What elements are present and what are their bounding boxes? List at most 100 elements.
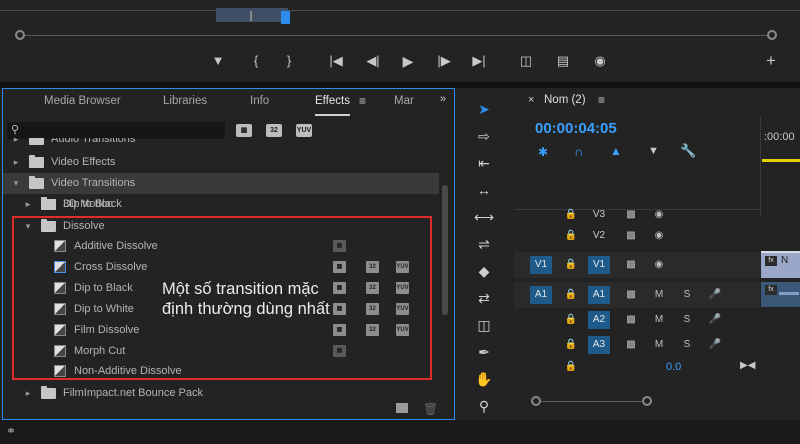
tab-effects[interactable]: Effects [315,95,350,116]
playhead-icon[interactable] [281,11,290,24]
solo-button[interactable]: S [680,336,694,354]
microphone-icon[interactable]: 🎤 [708,311,722,329]
solo-button[interactable]: S [680,286,694,304]
zoom-handle-left[interactable] [15,30,25,40]
lock-icon[interactable]: 🔒 [564,206,578,224]
sync-lock-icon[interactable]: ▩ [624,336,638,354]
tree-row-video-effects[interactable]: ▸ Video Effects [3,152,439,173]
sync-lock-icon[interactable]: ▩ [624,286,638,304]
track-v1[interactable]: V1 🔒 V1 ▩ ◉ [514,252,760,278]
sync-lock-icon[interactable]: ▩ [624,227,638,245]
rate-stretch-tool-icon[interactable]: ⟷ [474,208,494,226]
ripple-edit-tool-icon[interactable]: ⇤ [474,154,494,172]
sync-lock-icon[interactable]: ▩ [624,206,638,224]
rolling-edit-tool-icon[interactable]: ↔ [474,181,494,199]
lock-icon[interactable]: 🔒 [564,227,578,245]
panel-menu-icon[interactable]: ≡ [598,93,605,107]
export-frame-icon[interactable]: ◉ [589,52,611,70]
master-volume-value[interactable]: 0.0 [666,361,681,373]
track-name[interactable]: A1 [588,286,610,304]
step-forward-icon[interactable]: |▶ [433,52,455,70]
timecode-display[interactable]: 00:00:04:05 [535,120,617,137]
linked-selection-icon[interactable]: ▲ [610,144,622,158]
rate-tool-icon[interactable]: ⇌ [474,235,494,253]
hand-tool-icon[interactable]: ✋ [474,370,494,388]
sync-lock-icon[interactable]: ▩ [624,256,638,274]
mute-button[interactable]: M [652,286,666,304]
lock-icon[interactable]: 🔒 [564,256,578,274]
nest-toggle-icon[interactable]: ✱ [538,145,548,159]
lock-icon[interactable]: 🔒 [564,358,578,376]
delete-icon[interactable]: 🗑 [423,402,438,416]
track-a3[interactable]: 🔒 A3 ▩ M S 🎤 [514,335,760,356]
track-v2[interactable]: 🔒 V2 ▩ ◉ [514,227,760,248]
track-a1[interactable]: A1 🔒 A1 ▩ M S 🎤 [514,282,760,308]
eye-icon[interactable]: ◉ [652,256,666,274]
source-patch-a1[interactable]: A1 [530,286,552,304]
tree-row-audio-transitions[interactable]: ▸ Audio Transitions [3,138,439,150]
go-to-out-icon[interactable]: ▶| [468,52,490,70]
add-button-icon[interactable]: + [760,52,782,70]
track-name[interactable]: V1 [588,256,610,274]
more-tabs-icon[interactable]: » [440,93,446,105]
sync-status-icon[interactable]: ⚭ [6,424,16,438]
microphone-icon[interactable]: 🎤 [708,286,722,304]
tab-libraries[interactable]: Libraries [163,95,207,111]
eye-icon[interactable]: ◉ [652,227,666,245]
snap-icon[interactable]: ∩ [574,144,583,159]
zoom-handle-right[interactable] [642,396,652,406]
marker-icon[interactable]: ▼ [207,52,229,70]
work-area-bar[interactable] [762,159,800,162]
panel-menu-icon[interactable]: ≡ [359,94,366,108]
32bit-filter-chip[interactable]: 32 [266,124,282,137]
slip-tool-icon[interactable]: ⇄ [474,289,494,307]
selection-tool-icon[interactable]: ➤ [474,100,494,118]
razor-tool-icon[interactable]: ◆ [474,262,494,280]
effects-search-input[interactable]: ⚲ [7,122,225,139]
yuv-filter-chip[interactable]: YUV [296,124,312,137]
slide-tool-icon[interactable]: ◫ [474,316,494,334]
close-icon[interactable]: × [528,94,534,106]
sequence-tab[interactable]: Nom (2) [544,94,586,106]
track-master[interactable]: 🔒 0.0 ▶◀ [514,358,760,379]
go-to-in-icon[interactable]: |◀ [325,52,347,70]
play-icon[interactable]: ▶ [397,52,419,70]
add-marker-icon[interactable]: ▼ [648,145,659,157]
effects-scrollbar[interactable] [442,185,448,315]
pen-tool-icon[interactable]: ✒ [474,343,494,361]
track-a2[interactable]: 🔒 A2 ▩ M S 🎤 [514,310,760,331]
settings-wrench-icon[interactable]: 🔧 [680,143,696,159]
zoom-scrollbar[interactable] [22,35,770,36]
new-bin-icon[interactable] [396,403,408,413]
tab-info[interactable]: Info [250,95,269,111]
microphone-icon[interactable]: 🎤 [708,336,722,354]
source-patch-v1[interactable]: V1 [530,256,552,274]
track-name[interactable]: A3 [588,336,610,354]
zoom-handle-right[interactable] [767,30,777,40]
lock-icon[interactable]: 🔒 [564,311,578,329]
tree-row-dip-to-black-folder[interactable]: ▸ Dip to Black [3,194,439,215]
track-select-tool-icon[interactable]: ⇨ [474,127,494,145]
extract-icon[interactable]: ▤ [552,52,574,70]
master-end-icon[interactable]: ▶◀ [740,360,755,371]
lift-icon[interactable]: ◫ [515,52,537,70]
mark-in-icon[interactable]: { [245,52,267,70]
eye-icon[interactable]: ◉ [652,206,666,224]
tab-markers[interactable]: Mar [394,95,414,111]
accelerated-effects-filter-icon[interactable]: ▦ [236,124,252,137]
timeline-zoom-bar[interactable] [536,401,648,402]
zoom-handle-left[interactable] [531,396,541,406]
tree-row-video-transitions[interactable]: ▾ Video Transitions [3,173,439,194]
lock-icon[interactable]: 🔒 [564,336,578,354]
zoom-tool-icon[interactable]: ⚲ [474,397,494,415]
tree-row-filmimpact[interactable]: ▸ FilmImpact.net Bounce Pack [3,383,439,404]
track-name[interactable]: A2 [588,311,610,329]
mute-button[interactable]: M [652,336,666,354]
video-clip[interactable]: fx N [761,251,800,278]
audio-clip[interactable]: fx [761,282,800,307]
step-back-icon[interactable]: ◀| [362,52,384,70]
mark-out-icon[interactable]: } [278,52,300,70]
tab-media-browser[interactable]: Media Browser [44,95,121,111]
mute-button[interactable]: M [652,311,666,329]
solo-button[interactable]: S [680,311,694,329]
